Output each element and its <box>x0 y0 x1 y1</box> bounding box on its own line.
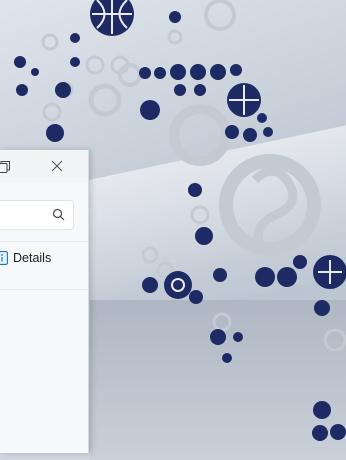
ring-icon <box>194 84 206 96</box>
blob-icon <box>189 290 203 304</box>
ring-icon <box>174 84 186 96</box>
flower-icon <box>55 82 71 98</box>
gear-icon <box>277 267 297 287</box>
gear-icon <box>190 64 206 80</box>
toolbar-divider <box>0 241 88 242</box>
globe-icon <box>46 124 64 142</box>
search-icon[interactable] <box>52 208 65 221</box>
ring-icon <box>323 328 346 352</box>
blob-icon <box>14 56 26 68</box>
gear-icon <box>190 205 210 225</box>
blob-icon <box>293 255 307 269</box>
gear-icon <box>243 128 257 142</box>
search-box[interactable] <box>0 200 74 230</box>
gear-icon <box>169 104 231 166</box>
gear-icon <box>142 277 158 293</box>
gear-icon <box>225 125 239 139</box>
gear-icon <box>212 312 232 332</box>
gear-icon <box>42 102 62 122</box>
blob-icon <box>70 57 80 67</box>
gear-icon <box>167 29 183 45</box>
blob-icon <box>233 332 243 342</box>
details-button[interactable]: Details <box>0 245 51 271</box>
gear-icon <box>170 64 186 80</box>
close-icon[interactable] <box>49 158 65 174</box>
window-titlebar <box>0 150 88 183</box>
details-pane-icon <box>0 251 8 265</box>
blob-icon <box>230 64 242 76</box>
restore-icon[interactable] <box>0 160 11 174</box>
gear-icon <box>210 64 226 80</box>
ring-icon <box>85 55 105 75</box>
ring-icon <box>204 0 236 31</box>
paw-icon <box>164 271 192 299</box>
blob-icon <box>257 113 267 123</box>
flower-icon <box>314 300 330 316</box>
blob-icon <box>70 33 80 43</box>
blob-icon <box>139 67 151 79</box>
blob-icon <box>188 183 202 197</box>
ring-icon <box>313 401 331 419</box>
gear-icon <box>330 424 346 440</box>
blob-icon <box>154 67 166 79</box>
globe-icon <box>140 100 160 120</box>
gear-icon <box>41 33 59 51</box>
ring-icon <box>141 246 159 264</box>
ring-icon <box>118 63 142 87</box>
gear-icon <box>312 425 328 441</box>
blob-icon <box>31 68 39 76</box>
gear-icon <box>213 268 227 282</box>
ring-icon <box>88 83 122 117</box>
file-explorer-window: Details <box>0 150 89 453</box>
flower-icon <box>169 11 181 23</box>
gear-icon <box>16 84 28 96</box>
details-label: Details <box>13 251 52 265</box>
blob-icon <box>263 127 273 137</box>
blob-icon <box>222 353 232 363</box>
gear-icon <box>255 267 275 287</box>
globe-icon <box>210 329 226 345</box>
ring-icon <box>195 227 213 245</box>
content-divider <box>0 289 88 290</box>
